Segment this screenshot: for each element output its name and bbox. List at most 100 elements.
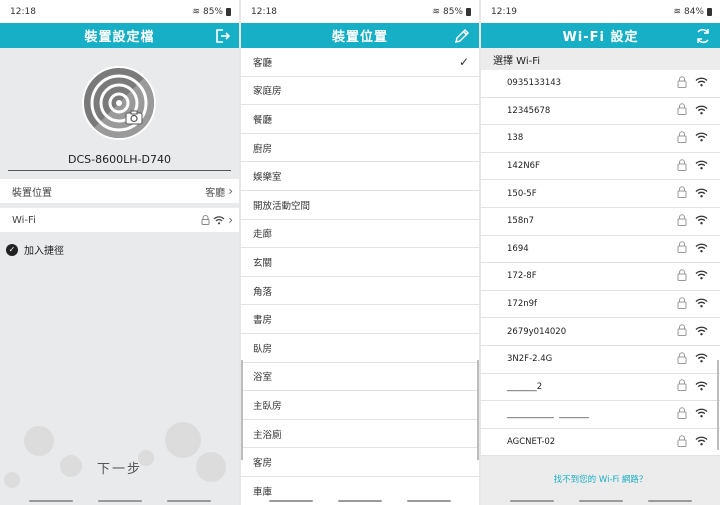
app-header: Wi-Fi 設定	[481, 23, 720, 48]
logout-icon[interactable]	[213, 27, 231, 45]
list-item[interactable]: 浴室	[241, 363, 479, 392]
lock-icon	[677, 241, 687, 256]
lock-icon	[677, 214, 687, 229]
list-item[interactable]: 餐廳	[241, 105, 479, 134]
divider	[8, 170, 231, 171]
next-button[interactable]: 下一步	[0, 458, 239, 477]
wifi-signal-icon	[695, 352, 708, 366]
location-label: 浴室	[253, 372, 273, 384]
camera-icon[interactable]	[125, 110, 143, 125]
lock-icon	[677, 379, 687, 394]
add-shortcut-toggle[interactable]: ✓ 加入捷徑	[6, 242, 64, 257]
wifi-icon	[213, 216, 225, 225]
network-name: 172-8F	[507, 271, 537, 282]
location-list: 客廳 ✓ 家庭房 餐廳 廚房 娛樂室 開放活動空間 走廊 玄關 角落 書房 臥房 浴室 主臥房 主浴廁 客房車…	[241, 48, 479, 505]
wifi-row[interactable]: Wi-Fi ›	[0, 208, 239, 232]
list-item[interactable]: 角落	[241, 277, 479, 306]
wifi-network-item[interactable]: 172n9f	[481, 291, 720, 319]
wifi-signal-icon	[695, 435, 708, 449]
wifi-not-found-link[interactable]: 找不到您的 Wi-Fi 網路？	[481, 473, 720, 485]
list-item[interactable]: 臥房	[241, 334, 479, 363]
network-name: 2679y014020	[507, 326, 567, 337]
lock-icon	[201, 215, 210, 225]
list-item[interactable]: 客房	[241, 448, 479, 477]
lock-icon	[677, 103, 687, 118]
wifi-signal-icon	[695, 242, 708, 256]
device-location-row[interactable]: 裝置位置 客廳 ›	[0, 179, 239, 203]
wifi-network-item[interactable]: 172-8F	[481, 263, 720, 291]
wifi-network-item[interactable]: AGCNET-02	[481, 429, 720, 457]
signal-icon: ≋	[192, 6, 200, 17]
edit-icon[interactable]	[453, 27, 471, 45]
location-label: 主浴廁	[253, 429, 282, 441]
list-item[interactable]: 娛樂室	[241, 162, 479, 191]
wifi-signal-icon	[695, 76, 708, 90]
location-label: 餐廳	[253, 114, 273, 126]
wifi-network-item[interactable]: 138	[481, 125, 720, 153]
lock-icon	[677, 269, 687, 284]
wifi-network-item[interactable]: 150-5F	[481, 180, 720, 208]
scrollbar[interactable]	[241, 360, 243, 460]
section-title: 選擇 Wi-Fi	[481, 48, 720, 70]
wifi-network-item[interactable]: 12345678	[481, 98, 720, 126]
wifi-signal-icon	[695, 407, 708, 421]
wifi-signal-icon	[695, 187, 708, 201]
system-nav	[481, 500, 720, 502]
decorative-bubbles	[0, 400, 239, 505]
wifi-signal-icon	[695, 297, 708, 311]
battery-level: 84%	[683, 6, 704, 17]
status-bar: 12:18 ≋ 85%	[0, 0, 239, 23]
list-item[interactable]: 客廳 ✓	[241, 48, 479, 77]
status-time: 12:18	[10, 6, 36, 17]
page-title: 裝置設定檔	[84, 30, 155, 45]
list-item[interactable]: 開放活動空間	[241, 191, 479, 220]
checkmark-icon: ✓	[458, 54, 469, 69]
list-item[interactable]: 玄關	[241, 248, 479, 277]
network-name: _______2	[507, 381, 543, 392]
signal-icon: ≋	[673, 6, 681, 17]
shortcut-label: 加入捷徑	[24, 246, 64, 257]
network-name: 172n9f	[507, 299, 538, 310]
chevron-right-icon: ›	[228, 213, 233, 227]
app-header: 裝置位置	[241, 23, 479, 48]
device-profile-screen: 12:18 ≋ 85% 裝置設定檔 DCS-8600LH-D740 裝置位置 客…	[0, 0, 239, 505]
battery-icon	[707, 7, 712, 16]
wifi-network-item[interactable]: 142N6F	[481, 153, 720, 181]
location-label: 角落	[253, 286, 273, 298]
network-name: 3N2F-2.4G	[507, 354, 553, 365]
list-item[interactable]: 廚房	[241, 134, 479, 163]
device-avatar[interactable]	[82, 66, 156, 140]
network-name: 138	[507, 133, 524, 144]
network-name: 1694	[507, 243, 529, 254]
network-name: ___________ _______	[507, 409, 589, 420]
wifi-signal-icon	[695, 325, 708, 339]
list-item[interactable]: 主浴廁	[241, 420, 479, 449]
device-location-screen: 12:18 ≋ 85% 裝置位置 客廳 ✓ 家庭房 餐廳 廚房 娛樂室 開放活動空間 走廊 玄關…	[241, 0, 479, 505]
wifi-network-item[interactable]: 158n7	[481, 208, 720, 236]
list-item[interactable]: 家庭房	[241, 77, 479, 106]
wifi-setup-screen: 12:19 ≋ 84% Wi-Fi 設定 選擇 Wi-Fi 0935133143…	[481, 0, 720, 505]
location-label: 走廊	[253, 229, 273, 241]
battery-icon	[466, 7, 471, 16]
wifi-network-item[interactable]: 0935133143	[481, 70, 720, 98]
location-label: 玄關	[253, 257, 273, 269]
list-item[interactable]: 書房	[241, 305, 479, 334]
location-label: 廚房	[253, 143, 273, 155]
wifi-network-item[interactable]: 2679y014020	[481, 318, 720, 346]
scrollbar[interactable]	[717, 360, 719, 450]
refresh-icon[interactable]	[694, 27, 712, 45]
app-header: 裝置設定檔	[0, 23, 239, 48]
wifi-network-item[interactable]: 3N2F-2.4G	[481, 346, 720, 374]
status-time: 12:19	[491, 6, 517, 17]
wifi-network-item[interactable]: ___________ _______	[481, 401, 720, 429]
wifi-network-item[interactable]: 1694	[481, 236, 720, 264]
wifi-network-item[interactable]: _______2	[481, 374, 720, 402]
wifi-signal-icon	[695, 380, 708, 394]
list-item[interactable]: 主臥房	[241, 391, 479, 420]
list-item[interactable]: 走廊	[241, 220, 479, 249]
scrollbar[interactable]	[477, 360, 479, 460]
location-label: 娛樂室	[253, 172, 282, 184]
network-name: 0935133143	[507, 78, 562, 89]
status-bar: 12:19 ≋ 84%	[481, 0, 720, 23]
wifi-signal-icon	[695, 104, 708, 118]
